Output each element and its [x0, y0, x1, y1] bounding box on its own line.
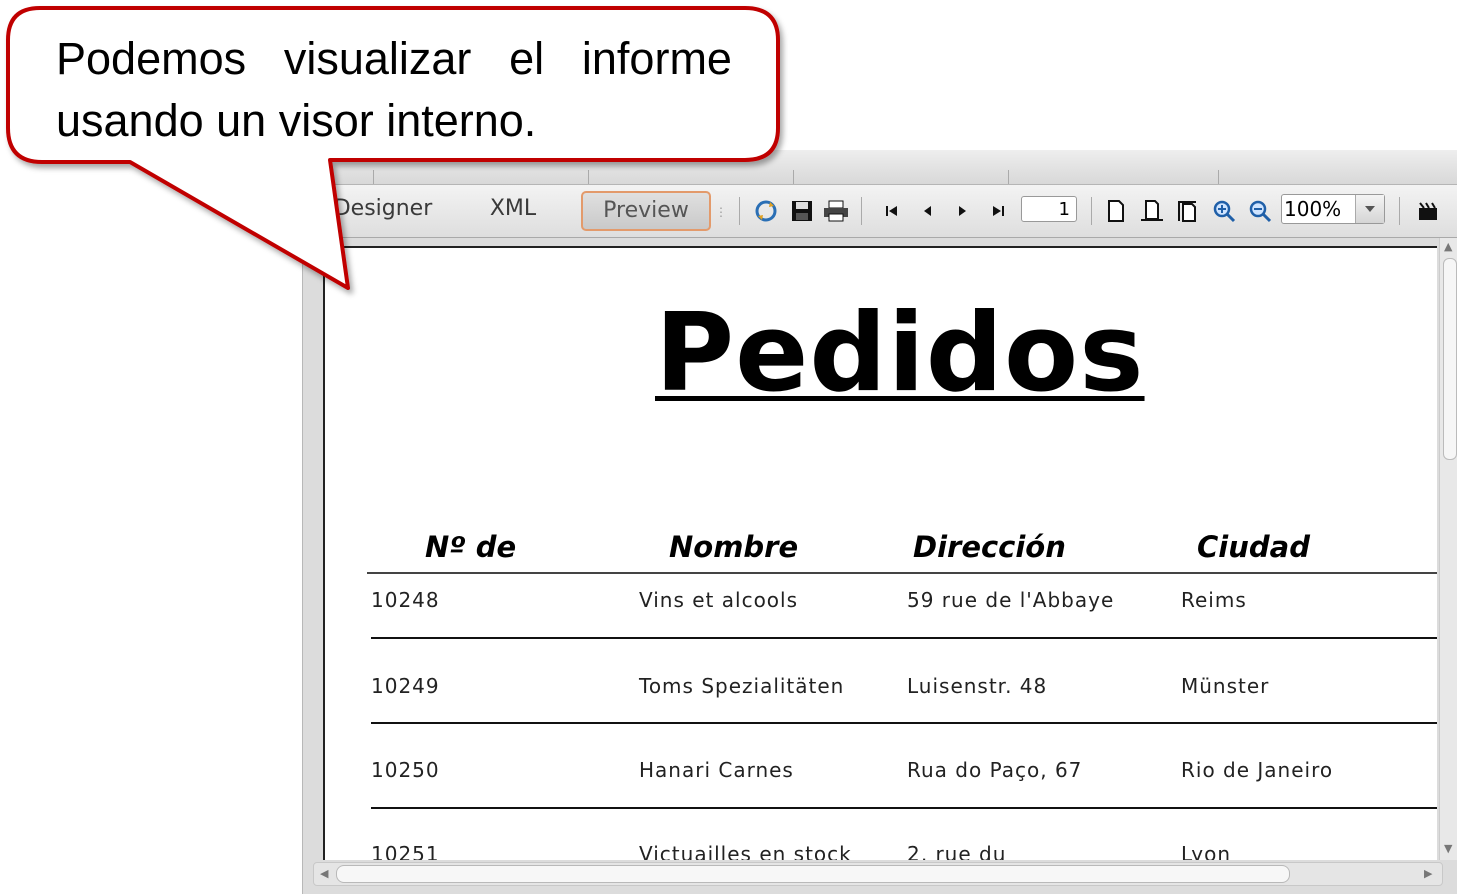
callout-line-1: Podemos visualizar el informe — [56, 28, 732, 90]
callout-word: visualizar — [283, 33, 472, 84]
cell-name: Toms Spezialitäten — [639, 674, 845, 698]
page-icon[interactable] — [1103, 198, 1129, 224]
callout-word: el — [509, 33, 545, 84]
cell-city: Lyon — [1181, 842, 1232, 860]
toolbar-separator — [1091, 197, 1092, 225]
header-name: Nombre — [669, 530, 799, 564]
vertical-scroll-thumb[interactable] — [1443, 258, 1457, 460]
chevron-down-icon[interactable] — [1355, 195, 1384, 223]
header-order-number: Nº de — [425, 530, 517, 564]
vertical-scrollbar[interactable]: ▲ ▼ — [1439, 238, 1457, 860]
page-number-input[interactable]: 1 — [1021, 196, 1077, 222]
cell-address: Luisenstr. 48 — [907, 674, 1048, 698]
header-underline — [367, 572, 1437, 574]
report-title: Pedidos — [655, 291, 1145, 416]
cell-order-number: 10249 — [371, 674, 440, 698]
cell-city: Münster — [1181, 674, 1270, 698]
row-divider — [371, 807, 1437, 809]
cell-name: Vins et alcools — [639, 588, 799, 612]
zoom-in-icon[interactable] — [1211, 198, 1237, 224]
cell-address: 59 rue de l'Abbaye — [907, 588, 1115, 612]
cell-address: 2, rue du — [907, 842, 1007, 860]
first-page-icon[interactable] — [879, 198, 905, 224]
callout-word: Podemos — [56, 33, 247, 84]
toolbar-separator — [861, 197, 862, 225]
report-preview-page: Pedidos Nº de Nombre Dirección Ciudad 10… — [323, 246, 1437, 860]
scroll-right-icon[interactable]: ▶ — [1424, 867, 1432, 880]
prev-page-icon[interactable] — [915, 198, 941, 224]
scroll-left-icon[interactable]: ◀ — [320, 867, 328, 880]
header-address: Dirección — [913, 530, 1066, 564]
page-fit-icon[interactable] — [1175, 198, 1201, 224]
cell-order-number: 10251 — [371, 842, 440, 860]
callout-line-2: usando un visor interno. — [56, 95, 537, 146]
cell-order-number: 10250 — [371, 758, 440, 782]
scroll-down-icon[interactable]: ▼ — [1444, 842, 1452, 855]
scroll-up-icon[interactable]: ▲ — [1444, 240, 1452, 253]
zoom-value: 100% — [1284, 197, 1342, 221]
horizontal-scroll-thumb[interactable] — [336, 865, 1290, 883]
cell-city: Reims — [1181, 588, 1247, 612]
row-divider — [371, 637, 1437, 639]
zoom-out-icon[interactable] — [1247, 198, 1273, 224]
zoom-select[interactable]: 100% — [1281, 194, 1385, 224]
cell-address: Rua do Paço, 67 — [907, 758, 1083, 782]
last-page-icon[interactable] — [985, 198, 1011, 224]
callout-word: informe — [581, 33, 732, 84]
page-width-icon[interactable] — [1139, 198, 1165, 224]
header-city: Ciudad — [1197, 530, 1310, 564]
cell-name: Hanari Carnes — [639, 758, 794, 782]
horizontal-scrollbar[interactable]: ◀ ▶ — [313, 862, 1443, 886]
next-page-icon[interactable] — [949, 198, 975, 224]
row-divider — [371, 722, 1437, 724]
export-icon[interactable] — [1415, 198, 1441, 224]
toolbar-separator — [1399, 197, 1400, 225]
cell-city: Rio de Janeiro — [1181, 758, 1334, 782]
cell-name: Victuailles en stock — [639, 842, 852, 860]
cell-order-number: 10248 — [371, 588, 440, 612]
print-icon[interactable] — [823, 198, 849, 224]
callout-text: Podemos visualizar el informe usando un … — [56, 28, 732, 152]
